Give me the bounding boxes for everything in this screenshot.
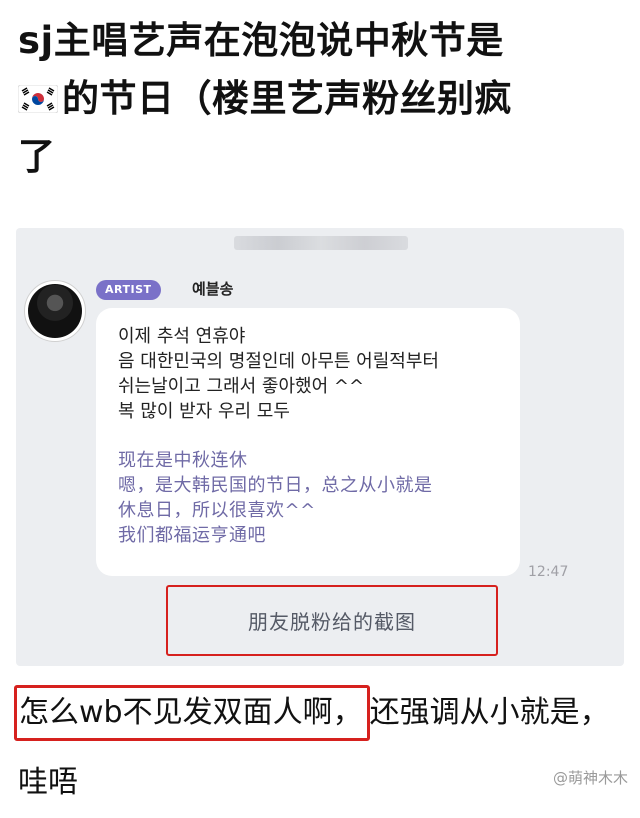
comment-highlight: 怎么wb不见发双面人啊， — [14, 685, 370, 741]
translation-line: 现在是中秋连休 — [118, 450, 248, 471]
message-time: 12:47 — [528, 564, 569, 580]
korean-line: 음 대한민국의 명절인데 아무튼 어릴적부터 — [118, 351, 439, 372]
message-bubble: 이제 추석 연휴야 음 대한민국의 명절인데 아무튼 어릴적부터 쉬는날이고 그… — [96, 308, 520, 576]
title-line-2: 的节日（楼里艺声粉丝别疯 — [18, 70, 628, 128]
comment-line-1: 怎么wb不见发双面人啊， 还强调从小就是， — [14, 678, 628, 748]
translation-line: 休息日，所以很喜欢^^ — [118, 500, 316, 521]
username: 예블송 — [192, 280, 234, 298]
comment-rest: 还强调从小就是， — [369, 695, 610, 730]
caption-highlight-box: 朋友脱粉给的截图 — [166, 585, 498, 656]
artist-badge: ARTIST — [96, 280, 161, 300]
post-title: sj主唱艺声在泡泡说中秋节是 的节日（楼里艺声粉丝别疯 了 — [18, 12, 628, 186]
translation-line: 我们都福运亨通吧 — [118, 525, 266, 546]
title-line-1: sj主唱艺声在泡泡说中秋节是 — [18, 19, 504, 62]
blurred-header — [234, 236, 408, 250]
avatar — [24, 280, 86, 342]
title-line-2-text: 的节日（楼里艺声粉丝别疯 — [62, 77, 512, 120]
translation-block: 现在是中秋连休 嗯，是大韩民国的节日，总之从小就是 休息日，所以很喜欢^^ 我们… — [118, 448, 502, 548]
caption-text: 朋友脱粉给的截图 — [248, 610, 416, 634]
korean-line: 복 많이 받자 우리 모두 — [118, 401, 290, 422]
korean-line: 쉬는날이고 그래서 좋아했어 ^^ — [118, 376, 365, 397]
avatar-image — [28, 284, 82, 338]
comment-text: 怎么wb不见发双面人啊， 还强调从小就是， 哇唔 — [14, 678, 628, 818]
korean-line: 이제 추석 연휴야 — [118, 326, 246, 347]
comment-line-2: 哇唔 — [18, 765, 78, 800]
translation-line: 嗯，是大韩民国的节日，总之从小就是 — [118, 475, 433, 496]
watermark: @萌神木木 — [552, 769, 628, 787]
title-line-3: 了 — [18, 135, 56, 178]
south-korea-flag-icon — [18, 85, 58, 113]
